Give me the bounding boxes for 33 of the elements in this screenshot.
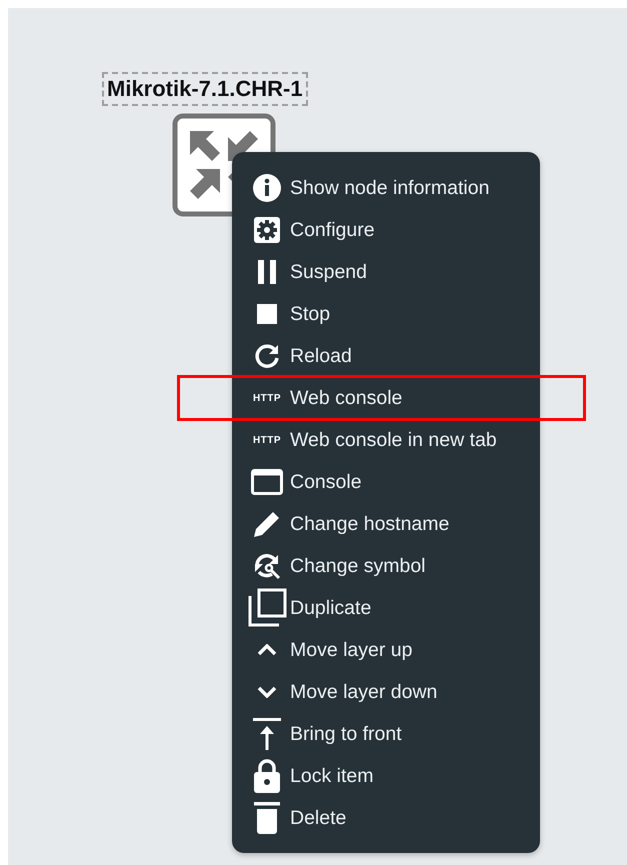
menu-item[interactable]: Reload	[232, 335, 540, 377]
console-icon	[251, 469, 283, 495]
pause-icon	[256, 260, 278, 284]
menu-item[interactable]: Configure	[232, 209, 540, 251]
settings-icon	[254, 217, 280, 243]
menu-item[interactable]: Lock item	[232, 755, 540, 797]
menu-item[interactable]: Change symbol	[232, 545, 540, 587]
menu-item[interactable]: Bring to front	[232, 713, 540, 755]
trash-icon	[254, 802, 280, 834]
menu-item[interactable]: Suspend	[232, 251, 540, 293]
menu-item[interactable]: Move layer down	[232, 671, 540, 713]
http-icon: HTTP	[252, 392, 282, 404]
chevron-down-icon	[257, 686, 277, 698]
pencil-icon	[252, 509, 282, 539]
menu-item[interactable]: Delete	[232, 797, 540, 839]
menu-item[interactable]: HTTP Web console in new tab	[232, 419, 540, 461]
menu-item[interactable]: Change hostname	[232, 503, 540, 545]
menu-item[interactable]: Duplicate	[232, 587, 540, 629]
menu-item[interactable]: Stop	[232, 293, 540, 335]
lock-icon	[254, 759, 280, 793]
http-icon: HTTP	[252, 434, 282, 446]
bring-to-front-icon	[253, 718, 281, 750]
node-label[interactable]: Mikrotik-7.1.CHR-1	[102, 72, 308, 106]
chevron-up-icon	[257, 644, 277, 656]
info-icon	[253, 174, 281, 202]
refresh-search-icon	[252, 551, 282, 581]
menu-item[interactable]: Move layer up	[232, 629, 540, 671]
menu-item[interactable]: HTTP Web console	[232, 377, 540, 419]
duplicate-icon	[247, 588, 287, 628]
menu-item[interactable]: Console	[232, 461, 540, 503]
stop-icon	[257, 304, 277, 324]
reload-icon	[254, 343, 280, 369]
menu-item[interactable]: Show node information	[232, 167, 540, 209]
